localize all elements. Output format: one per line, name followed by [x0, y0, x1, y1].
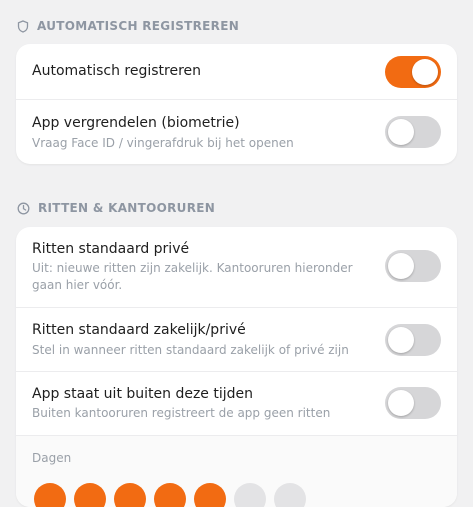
trips-business-private-row: Ritten standaard zakelijk/privé Stel in … — [16, 308, 457, 372]
toggle-knob — [388, 119, 414, 145]
trips-private-row: Ritten standaard privé Uit: nieuwe ritte… — [16, 227, 457, 308]
day-toggle[interactable] — [154, 483, 186, 507]
office-hours-description: Buiten kantooruren registreert de app ge… — [32, 406, 331, 420]
app-lock-row: App vergrendelen (biometrie) Vraag Face … — [16, 100, 457, 164]
section-header-trips: RITTEN & KANTOORUREN — [17, 201, 215, 215]
auto-register-label: Automatisch registreren — [32, 63, 202, 79]
shield-icon — [17, 19, 29, 33]
day-toggle[interactable] — [114, 483, 146, 507]
trips-private-label: Ritten standaard privé — [32, 241, 190, 257]
days-label: Dagen — [32, 451, 72, 465]
office-hours-label: App staat uit buiten deze tijden — [32, 386, 254, 402]
office-hours-row: App staat uit buiten deze tijden Buiten … — [16, 372, 457, 436]
clock-icon — [17, 202, 30, 215]
trips-business-private-label: Ritten standaard zakelijk/privé — [32, 322, 246, 338]
section-header-auto: AUTOMATISCH REGISTREREN — [17, 19, 239, 33]
auto-register-row: Automatisch registreren — [16, 44, 457, 100]
section-title: RITTEN & KANTOORUREN — [38, 201, 216, 215]
toggle-knob — [388, 253, 414, 279]
app-lock-label: App vergrendelen (biometrie) — [32, 115, 240, 131]
app-lock-description: Vraag Face ID / vingerafdruk bij het ope… — [32, 136, 294, 150]
trips-private-description: Uit: nieuwe ritten zijn zakelijk. Kantoo… — [32, 261, 353, 292]
day-toggle[interactable] — [234, 483, 266, 507]
app-lock-toggle[interactable] — [385, 116, 441, 148]
trips-business-private-description: Stel in wanneer ritten standaard zakelij… — [32, 343, 349, 357]
days-row: Dagen — [16, 436, 457, 507]
toggle-knob — [388, 390, 414, 416]
section-title: AUTOMATISCH REGISTREREN — [37, 19, 240, 33]
auto-settings-card: Automatisch registreren App vergrendelen… — [16, 44, 457, 164]
toggle-knob — [388, 327, 414, 353]
trips-private-toggle[interactable] — [385, 250, 441, 282]
toggle-knob — [412, 59, 438, 85]
trips-business-private-toggle[interactable] — [385, 324, 441, 356]
day-toggle[interactable] — [194, 483, 226, 507]
office-hours-toggle[interactable] — [385, 387, 441, 419]
day-toggle[interactable] — [74, 483, 106, 507]
day-toggle[interactable] — [274, 483, 306, 507]
trips-settings-card: Ritten standaard privé Uit: nieuwe ritte… — [16, 227, 457, 507]
auto-register-toggle[interactable] — [385, 56, 441, 88]
day-toggle[interactable] — [34, 483, 66, 507]
